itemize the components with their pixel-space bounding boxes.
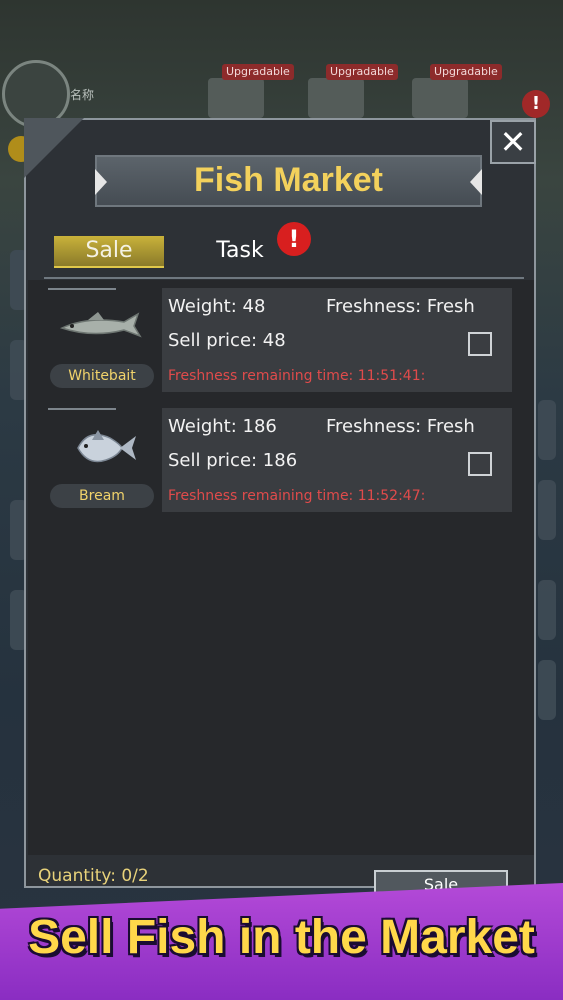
dialog-title: Fish Market: [194, 161, 383, 199]
side-button[interactable]: [538, 580, 556, 640]
upgrade-tag: Upgradable: [430, 64, 502, 80]
divider: [48, 408, 116, 410]
weight-label: Weight: 186: [168, 416, 277, 437]
side-button[interactable]: [538, 480, 556, 540]
price-label: Sell price: 48: [168, 330, 286, 351]
upgrade-tag: Upgradable: [326, 64, 398, 80]
bream-fish-icon: [77, 430, 136, 463]
fish-list: Whitebait Weight: 48 Freshness: Fresh Se…: [28, 280, 534, 855]
select-checkbox[interactable]: [468, 332, 492, 356]
title-bar: Fish Market: [95, 155, 482, 207]
close-icon: ✕: [499, 123, 527, 161]
tab-sale[interactable]: Sale: [54, 236, 164, 268]
fish-name: Bream: [50, 484, 154, 508]
freshness-label: Freshness: Fresh: [326, 416, 475, 437]
whitebait-fish-icon: [59, 312, 142, 338]
fish-info-card: Weight: 186 Freshness: Fresh Sell price:…: [162, 408, 512, 512]
divider: [44, 277, 524, 279]
banner-text: Sell Fish in the Market: [28, 911, 535, 964]
task-alert-icon: !: [277, 222, 311, 256]
price-label: Sell price: 186: [168, 450, 298, 471]
quantity-label: Quantity: 0/2: [38, 866, 149, 886]
freshness-label: Freshness: Fresh: [326, 296, 475, 317]
player-name: 名称: [70, 88, 95, 102]
freshness-timer: Freshness remaining time: 11:52:47:: [168, 488, 426, 504]
exclamation-icon[interactable]: !: [522, 90, 550, 118]
divider: [48, 288, 116, 290]
fish-name: Whitebait: [50, 364, 154, 388]
list-item: Bream Weight: 186 Freshness: Fresh Sell …: [28, 400, 534, 516]
side-button[interactable]: [538, 400, 556, 460]
weight-label: Weight: 48: [168, 296, 266, 317]
tab-task[interactable]: Task: [200, 236, 280, 266]
upgrade-tag: Upgradable: [222, 64, 294, 80]
book-slot[interactable]: [208, 78, 264, 118]
list-item: Whitebait Weight: 48 Freshness: Fresh Se…: [28, 280, 534, 396]
hook-slot[interactable]: [308, 78, 364, 118]
net-slot[interactable]: [412, 78, 468, 118]
close-button[interactable]: ✕: [490, 120, 536, 164]
freshness-timer: Freshness remaining time: 11:51:41:: [168, 368, 426, 384]
side-button[interactable]: [538, 660, 556, 720]
select-checkbox[interactable]: [468, 452, 492, 476]
fish-info-card: Weight: 48 Freshness: Fresh Sell price: …: [162, 288, 512, 392]
